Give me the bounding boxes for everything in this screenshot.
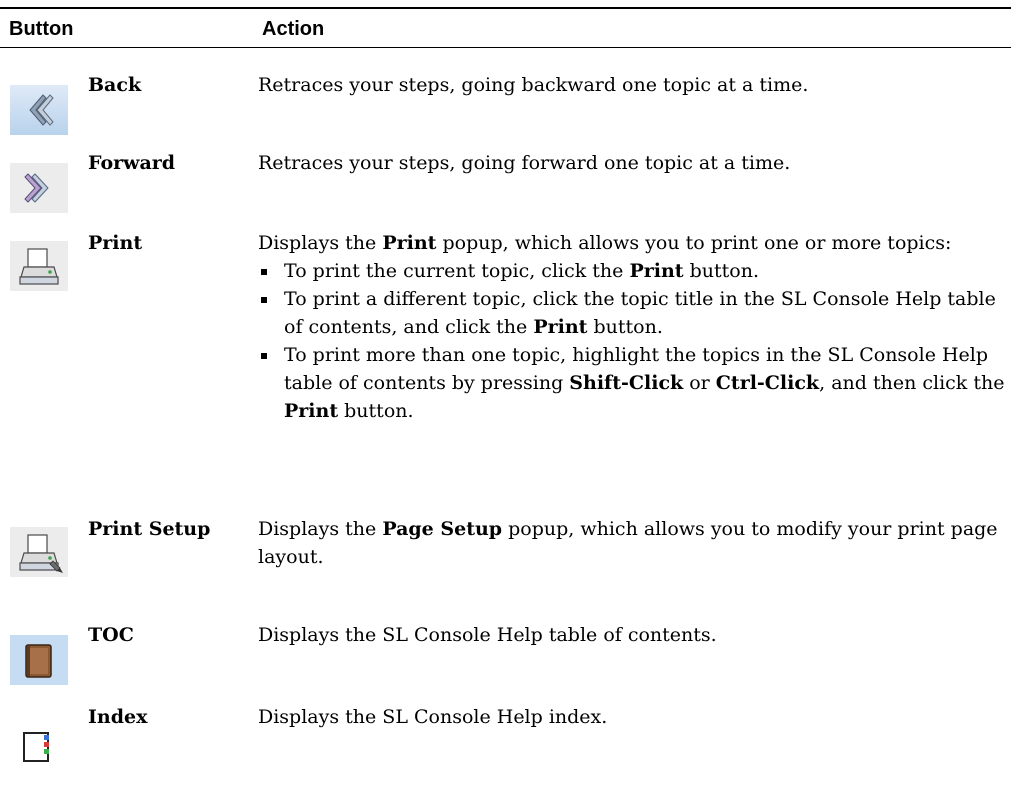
- print-options-list: To print the current topic, click the Pr…: [258, 257, 1008, 425]
- button-name-print-setup: Print Setup: [88, 518, 211, 540]
- list-item: To print a different topic, click the to…: [258, 285, 1008, 341]
- column-header-button: Button: [9, 18, 74, 40]
- table-top-rule: [0, 7, 1011, 9]
- print-intro: Displays the Print popup, which allows y…: [258, 232, 952, 254]
- action-desc-back: Retraces your steps, going backward one …: [258, 74, 809, 96]
- print-setup-icon: [10, 527, 68, 577]
- action-desc-toc: Displays the SL Console Help table of co…: [258, 624, 717, 646]
- action-desc-forward: Retraces your steps, going forward one t…: [258, 152, 791, 174]
- button-name-print: Print: [88, 232, 143, 254]
- book-icon: [10, 635, 68, 685]
- table-header-rule: [0, 47, 1011, 48]
- action-desc-index: Displays the SL Console Help index.: [258, 706, 608, 728]
- list-item: To print more than one topic, highlight …: [258, 341, 1008, 425]
- back-arrow-icon: [10, 85, 68, 135]
- button-name-toc: TOC: [88, 624, 134, 646]
- action-desc-print: Displays the Print popup, which allows y…: [258, 229, 1008, 425]
- button-name-back: Back: [88, 74, 142, 96]
- list-item: To print the current topic, click the Pr…: [258, 257, 1008, 285]
- column-header-action: Action: [262, 18, 325, 40]
- action-desc-print-setup: Displays the Page Setup popup, which all…: [258, 518, 998, 568]
- help-buttons-table: Button Action Back Retraces your steps, …: [0, 0, 1011, 795]
- forward-arrow-icon: [10, 163, 68, 213]
- printer-icon: [10, 241, 68, 291]
- button-name-forward: Forward: [88, 152, 176, 174]
- button-name-index: Index: [88, 706, 148, 728]
- index-icon: [10, 719, 68, 769]
